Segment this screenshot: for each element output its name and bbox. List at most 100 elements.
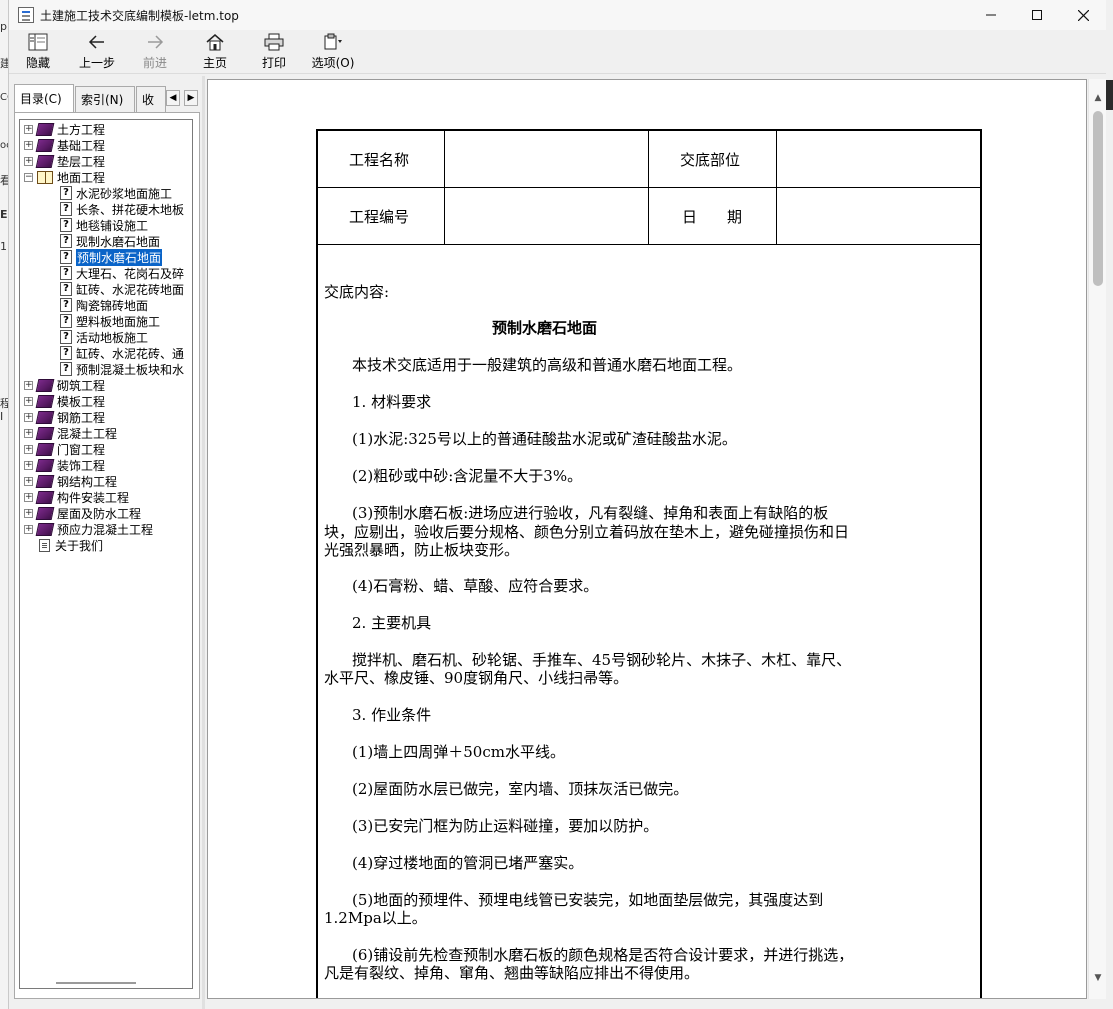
project-number-label: 工程编号 — [349, 207, 410, 226]
body-line: (2)粗砂或中砂:含泥量不大于3%。 — [352, 467, 583, 485]
tab-scroll-left-button[interactable]: ◀ — [166, 90, 180, 106]
tab-scroll-right-button[interactable]: ▶ — [184, 90, 198, 106]
tree-node[interactable]: − 地面工程 — [24, 169, 105, 185]
tree-node[interactable]: ? 塑料板地面施工 — [60, 313, 160, 329]
tab-search[interactable]: 收 — [136, 86, 166, 112]
options-button[interactable]: 选项(O) — [311, 32, 355, 72]
section-heading: 2. 主要机具 — [352, 614, 432, 632]
tab-contents[interactable]: 目录(C) — [14, 84, 74, 112]
tab-index[interactable]: 索引(N) — [75, 86, 135, 112]
expand-icon[interactable]: + — [24, 396, 33, 406]
forward-button[interactable]: 前进 — [142, 32, 168, 72]
pane-splitter[interactable] — [202, 76, 205, 1009]
tree-node[interactable]: ? 预制混凝土板块和水 — [60, 361, 184, 377]
back-button[interactable]: 上一步 — [79, 32, 115, 72]
help-topic-icon: ? — [60, 346, 72, 360]
tree-node-label: 砌筑工程 — [57, 378, 106, 393]
triangle-left-icon: ◀ — [169, 93, 177, 103]
tree-node[interactable]: ? 预制水磨石地面 — [60, 247, 164, 267]
closed-book-icon — [35, 154, 55, 168]
expand-icon[interactable]: + — [24, 460, 33, 470]
tree-node[interactable]: ? 长条、拼花硬木地板 — [60, 201, 184, 217]
tree-node[interactable]: + 门窗工程 — [24, 441, 105, 457]
caret-down-icon: ▼ — [1094, 973, 1102, 983]
print-button[interactable]: 打印 — [261, 32, 287, 72]
date-label: 日 期 — [682, 207, 743, 226]
minimize-button[interactable] — [968, 0, 1014, 30]
expand-icon[interactable]: + — [24, 124, 33, 134]
closed-book-icon — [35, 506, 55, 520]
expand-icon[interactable]: + — [24, 428, 33, 438]
expand-icon[interactable]: + — [24, 412, 33, 422]
tree-node[interactable]: ? 地毯铺设施工 — [60, 217, 148, 233]
tree-node[interactable]: ? 水泥砂浆地面施工 — [60, 185, 172, 201]
expand-icon[interactable]: + — [24, 508, 33, 518]
closed-book-icon — [35, 442, 55, 456]
tree-node-label: 预制混凝土板块和水 — [76, 362, 185, 377]
expand-icon[interactable]: + — [24, 524, 33, 534]
scroll-up-button[interactable]: ▲ — [1089, 89, 1107, 107]
tree-horizontal-scrollbar[interactable] — [56, 982, 136, 984]
arrow-left-icon — [86, 32, 108, 52]
tree-node-label: 屋面及防水工程 — [57, 506, 142, 521]
tree-node[interactable]: + 装饰工程 — [24, 457, 105, 473]
tree-node[interactable]: ? 大理石、花岗石及碎 — [60, 265, 184, 281]
expand-icon[interactable]: + — [24, 444, 33, 454]
tree-node-label: 模板工程 — [57, 394, 106, 409]
tree-node[interactable]: + 混凝土工程 — [24, 425, 117, 441]
tree-node-label: 基础工程 — [57, 138, 106, 153]
expand-icon[interactable]: + — [24, 476, 33, 486]
window-title: 土建施工技术交底编制模板-letm.top — [40, 9, 239, 23]
triangle-right-icon: ▶ — [187, 93, 195, 103]
help-topic-icon: ? — [60, 298, 72, 312]
tree-node[interactable]: + 土方工程 — [24, 121, 105, 137]
tree-node[interactable]: ? 缸砖、水泥花砖、通 — [60, 345, 184, 361]
expand-icon[interactable]: + — [24, 156, 33, 166]
hide-button[interactable]: 隐藏 — [23, 32, 53, 72]
content-vertical-scrollbar[interactable]: ▲ ▼ — [1088, 79, 1106, 999]
scroll-thumb[interactable] — [1093, 111, 1103, 286]
body-line: 光强烈暴晒，防止板块变形。 — [324, 541, 520, 559]
tree-node[interactable]: + 钢筋工程 — [24, 409, 105, 425]
tree-node[interactable]: ? 活动地板施工 — [60, 329, 148, 345]
tree-node[interactable]: + 钢结构工程 — [24, 473, 117, 489]
close-button[interactable] — [1060, 0, 1106, 30]
handover-form: 工程名称 交底部位 工程编号 日 期 交底内容: 预制水磨石地面 本技术交底适用… — [316, 129, 982, 998]
tree-node-label: 垫层工程 — [57, 154, 106, 169]
tree-node[interactable]: + 砌筑工程 — [24, 377, 105, 393]
tree-node[interactable]: ? 现制水磨石地面 — [60, 233, 160, 249]
section-heading: 1. 材料要求 — [352, 393, 432, 411]
tree-node-label: 陶瓷锦砖地面 — [76, 298, 149, 313]
home-button[interactable]: 主页 — [202, 32, 228, 72]
body-line: (3)已安完门框为防止运料碰撞，要加以防护。 — [352, 817, 659, 835]
tree-node[interactable]: + 基础工程 — [24, 137, 105, 153]
topic-title: 预制水磨石地面 — [492, 319, 598, 337]
tree-node[interactable]: + 预应力混凝土工程 — [24, 521, 153, 537]
tree-node[interactable]: ? 缸砖、水泥花砖地面 — [60, 281, 184, 297]
expand-icon[interactable]: + — [24, 380, 33, 390]
body-line: 1.2Mpa以上。 — [324, 909, 427, 927]
body-line: (3)预制水磨石板:进场应进行验收，凡有裂缝、掉角和表面上有缺陷的板 — [352, 504, 829, 522]
tree-node[interactable]: ? 陶瓷锦砖地面 — [60, 297, 148, 313]
expand-icon[interactable]: + — [24, 140, 33, 150]
tree-node[interactable]: + 屋面及防水工程 — [24, 505, 141, 521]
tree-node-label: 地面工程 — [57, 170, 106, 185]
tree-node-label: 现制水磨石地面 — [76, 234, 161, 249]
closed-book-icon — [35, 378, 55, 392]
maximize-button[interactable] — [1014, 0, 1060, 30]
tree-node[interactable]: + 构件安装工程 — [24, 489, 129, 505]
collapse-icon[interactable]: − — [24, 172, 33, 182]
tree-node[interactable]: + 模板工程 — [24, 393, 105, 409]
scroll-down-button[interactable]: ▼ — [1089, 969, 1107, 987]
arrow-right-icon — [144, 32, 166, 52]
title-bar: 土建施工技术交底编制模板-letm.top — [9, 0, 1106, 30]
tree-node[interactable]: 关于我们 — [24, 537, 103, 553]
options-icon — [322, 32, 344, 52]
help-topic-icon: ? — [60, 218, 72, 232]
closed-book-icon — [35, 122, 55, 136]
page-icon — [39, 538, 50, 552]
expand-icon[interactable]: + — [24, 492, 33, 502]
tree-node-label: 钢筋工程 — [57, 410, 106, 425]
tree-node[interactable]: + 垫层工程 — [24, 153, 105, 169]
contents-panel: + 土方工程 + 基础工程 + 垫层工程 − 地面工程? 水泥砂浆地面施工? 长条、拼花硬木地板?… — [14, 112, 200, 999]
